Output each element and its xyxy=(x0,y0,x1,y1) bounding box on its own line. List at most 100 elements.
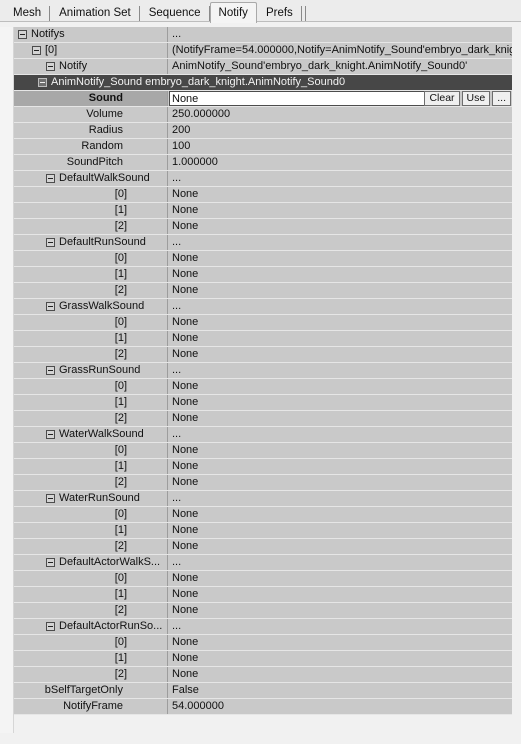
property-name-cell: [0] xyxy=(14,571,167,586)
property-row-sound[interactable]: Sound None Clear Use... xyxy=(14,91,512,107)
property-group-row-defaultrunsound[interactable]: DefaultRunSound... xyxy=(14,235,512,251)
property-group-row-waterwalksound[interactable]: WaterWalkSound... xyxy=(14,427,512,443)
property-value-label: None xyxy=(172,396,199,408)
property-row-1[interactable]: [1] None xyxy=(14,523,512,539)
collapse-minus-icon[interactable] xyxy=(32,46,41,55)
property-row-0[interactable]: [0] None xyxy=(14,187,512,203)
property-value-label: None xyxy=(172,332,199,344)
property-row-0[interactable]: [0] None xyxy=(14,315,512,331)
tab-sequence[interactable]: Sequence xyxy=(140,4,210,22)
property-name-label: [0] xyxy=(114,508,127,520)
property-value-label: ... xyxy=(172,556,182,568)
property-value-cell: ... xyxy=(167,235,512,250)
property-row-1[interactable]: [1] None xyxy=(14,331,512,347)
property-name-cell: [1] xyxy=(14,395,167,410)
property-value-cell: None xyxy=(167,571,512,586)
property-row-bselftargetonly[interactable]: bSelfTargetOnly False xyxy=(14,683,512,699)
tab-animation-set[interactable]: Animation Set xyxy=(50,4,140,22)
property-row-random[interactable]: Random 100 xyxy=(14,139,512,155)
property-group-row-notify[interactable]: Notify AnimNotify_Sound'embryo_dark_knigh… xyxy=(14,59,512,75)
property-value-cell[interactable]: None Clear Use... xyxy=(167,91,512,106)
property-group-row-grasswalksound[interactable]: GrassWalkSound... xyxy=(14,299,512,315)
property-value-label: 250.000000 xyxy=(172,108,231,120)
property-name-label: [0] xyxy=(45,44,58,56)
notify-properties-panel: Notifys... [0] (NotifyFrame=54.000000,Noti… xyxy=(0,22,521,744)
property-row-0[interactable]: [0] None xyxy=(14,571,512,587)
collapse-minus-icon[interactable] xyxy=(18,30,27,39)
property-group-row-waterrunsound[interactable]: WaterRunSound... xyxy=(14,491,512,507)
property-name-cell: DefaultActorWalkS... xyxy=(14,555,167,570)
object-header-name-cell: AnimNotify_Sound embryo_dark_knight.Anim… xyxy=(14,75,512,90)
property-row-0[interactable]: [0] None xyxy=(14,251,512,267)
property-name-label: SoundPitch xyxy=(66,156,123,168)
property-row-radius[interactable]: Radius 200 xyxy=(14,123,512,139)
property-row-0[interactable]: [0] None xyxy=(14,507,512,523)
property-row-1[interactable]: [1] None xyxy=(14,651,512,667)
property-row-0[interactable]: [0] None xyxy=(14,379,512,395)
property-row-0[interactable]: [0] None xyxy=(14,635,512,651)
collapse-minus-icon[interactable] xyxy=(46,622,55,631)
property-name-label: [1] xyxy=(114,588,127,600)
property-row-2[interactable]: [2] None xyxy=(14,539,512,555)
collapse-minus-icon[interactable] xyxy=(46,62,55,71)
collapse-minus-icon[interactable] xyxy=(38,78,47,87)
property-row-notifyframe[interactable]: NotifyFrame 54.000000 xyxy=(14,699,512,715)
property-value-label: None xyxy=(172,604,199,616)
property-row-2[interactable]: [2] None xyxy=(14,667,512,683)
collapse-minus-icon[interactable] xyxy=(46,302,55,311)
tab-prefs[interactable]: Prefs xyxy=(257,4,302,22)
property-name-cell: [0] xyxy=(14,251,167,266)
property-value-cell: ... xyxy=(167,171,512,186)
property-name-label: [0] xyxy=(114,188,127,200)
property-row-2[interactable]: [2] None xyxy=(14,347,512,363)
property-name-label: DefaultWalkSound xyxy=(59,172,150,184)
property-row-1[interactable]: [1] None xyxy=(14,395,512,411)
property-group-row-defaultactorwalks[interactable]: DefaultActorWalkS...... xyxy=(14,555,512,571)
property-value-cell: None xyxy=(167,651,512,666)
property-value-cell: False xyxy=(167,683,512,698)
property-row-soundpitch[interactable]: SoundPitch 1.000000 xyxy=(14,155,512,171)
property-row-2[interactable]: [2] None xyxy=(14,603,512,619)
collapse-minus-icon[interactable] xyxy=(46,430,55,439)
browse-button[interactable]: ... xyxy=(492,91,511,106)
property-row-1[interactable]: [1] None xyxy=(14,203,512,219)
property-row-0[interactable]: [0] None xyxy=(14,443,512,459)
property-row-2[interactable]: [2] None xyxy=(14,283,512,299)
property-row-2[interactable]: [2] None xyxy=(14,411,512,427)
property-row-1[interactable]: [1] None xyxy=(14,587,512,603)
property-row-2[interactable]: [2] None xyxy=(14,219,512,235)
clear-button[interactable]: Clear xyxy=(424,91,460,106)
property-value-label: None xyxy=(172,444,199,456)
property-name-cell: [0] xyxy=(14,443,167,458)
property-value-label: 200 xyxy=(172,124,191,136)
property-grid[interactable]: Notifys... [0] (NotifyFrame=54.000000,Noti… xyxy=(0,27,521,733)
object-header-row[interactable]: AnimNotify_Sound embryo_dark_knight.Anim… xyxy=(14,75,512,91)
property-value-label: None xyxy=(172,252,199,264)
property-value-cell: (NotifyFrame=54.000000,Notify=AnimNotify… xyxy=(167,43,512,58)
property-row-volume[interactable]: Volume 250.000000 xyxy=(14,107,512,123)
property-name-label: [2] xyxy=(114,604,127,616)
property-row-1[interactable]: [1] None xyxy=(14,267,512,283)
tab-notify[interactable]: Notify xyxy=(209,2,257,23)
property-group-row-defaultactorrunso[interactable]: DefaultActorRunSo...... xyxy=(14,619,512,635)
sound-input[interactable]: None xyxy=(169,91,435,106)
property-value-label: ... xyxy=(172,364,182,376)
property-name-cell: [2] xyxy=(14,475,167,490)
property-group-row-0[interactable]: [0] (NotifyFrame=54.000000,Notify=AnimNot… xyxy=(14,43,512,59)
property-value-cell: None xyxy=(167,603,512,618)
property-group-row-defaultwalksound[interactable]: DefaultWalkSound... xyxy=(14,171,512,187)
collapse-minus-icon[interactable] xyxy=(46,558,55,567)
property-name-cell: [2] xyxy=(14,603,167,618)
tab-mesh[interactable]: Mesh xyxy=(4,4,51,22)
collapse-minus-icon[interactable] xyxy=(46,174,55,183)
property-row-1[interactable]: [1] None xyxy=(14,459,512,475)
property-group-row-grassrunsound[interactable]: GrassRunSound... xyxy=(14,363,512,379)
collapse-minus-icon[interactable] xyxy=(46,238,55,247)
property-group-row-notifys[interactable]: Notifys... xyxy=(14,27,512,43)
property-row-2[interactable]: [2] None xyxy=(14,475,512,491)
collapse-minus-icon[interactable] xyxy=(46,494,55,503)
property-value-cell: None xyxy=(167,507,512,522)
property-name-cell: WaterWalkSound xyxy=(14,427,167,442)
collapse-minus-icon[interactable] xyxy=(46,366,55,375)
use-button[interactable]: Use xyxy=(461,91,491,106)
